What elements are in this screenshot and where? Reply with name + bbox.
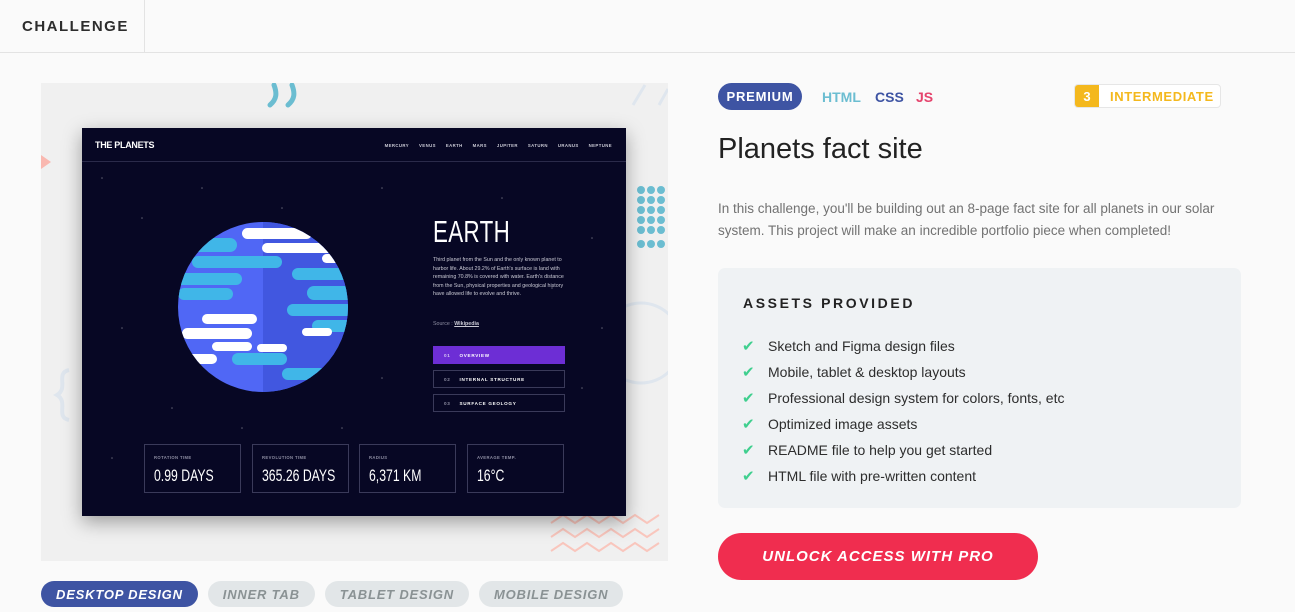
design-preview: THE PLANETS MERCURY VENUS EARTH MARS JUP… [41,83,668,561]
check-icon: ✔ [742,338,755,355]
planet-title: EARTH [433,214,511,249]
check-icon: ✔ [742,416,755,433]
language-tag: JS [916,89,934,105]
list-item: ✔ Optimized image assets [742,416,918,433]
check-icon: ✔ [742,442,755,459]
stat-card: RADIUS 6,371 KM [359,444,456,493]
planet-source: Source : Wikipedia [433,321,479,327]
list-item: ✔ Professional design system for colors, … [742,390,1065,407]
planet-description: Third planet from the Sun and the only k… [433,257,564,297]
list-item: ✔ Mobile, tablet & desktop layouts [742,364,966,381]
assets-panel: ASSETS PROVIDED ✔ Sketch and Figma design… [718,268,1241,508]
check-icon: ✔ [742,390,755,407]
language-tag: CSS [875,89,904,105]
site-geology-button[interactable]: 03 SURFACE GEOLOGY [433,394,565,412]
assets-list: ✔ Sketch and Figma design files ✔ Mobile, … [742,333,1064,489]
site-screenshot: THE PLANETS MERCURY VENUS EARTH MARS JUP… [82,128,626,516]
language-tag: HTML [822,89,861,105]
list-item: ✔ HTML file with pre-written content [742,468,976,485]
check-icon: ✔ [742,364,755,381]
list-item: ✔ Sketch and Figma design files [742,338,955,355]
site-overview-button[interactable]: 01 OVERVIEW [433,346,565,364]
difficulty-number: 3 [1075,85,1099,107]
difficulty-badge: 3 INTERMEDIATE [1074,84,1221,108]
source-link[interactable]: Wikipedia [454,321,479,327]
stat-card: AVERAGE TEMP. 16°C [467,444,564,493]
assets-heading: ASSETS PROVIDED [743,295,916,311]
check-icon: ✔ [742,468,755,485]
stat-card: REVOLUTION TIME 365.26 DAYS [252,444,349,493]
challenge-title: Planets fact site [718,133,923,165]
difficulty-label: INTERMEDIATE [1110,89,1214,104]
stat-card: ROTATION TIME 0.99 DAYS [144,444,241,493]
top-bar: CHALLENGE [0,0,1295,53]
challenge-meta: PREMIUM HTML CSS JS 3 INTERMEDIATE [718,83,1228,110]
premium-badge: PREMIUM [718,83,802,110]
tab-challenge[interactable]: CHALLENGE [0,0,145,52]
list-item: ✔ README file to help you get started [742,442,993,459]
tab-desktop-design[interactable]: DESKTOP DESIGN [41,581,198,607]
site-structure-button[interactable]: 02 INTERNAL STRUCTURE [433,370,565,388]
unlock-pro-button[interactable]: UNLOCK ACCESS WITH PRO [718,533,1038,580]
tab-tablet-design[interactable]: TABLET DESIGN [324,581,469,607]
challenge-intro: In this challenge, you'll be building ou… [718,201,1215,238]
design-tabs: DESKTOP DESIGN INNER TAB TABLET DESIGN M… [41,581,624,607]
tab-mobile-design[interactable]: MOBILE DESIGN [478,581,624,607]
tab-inner-tab[interactable]: INNER TAB [207,581,315,607]
